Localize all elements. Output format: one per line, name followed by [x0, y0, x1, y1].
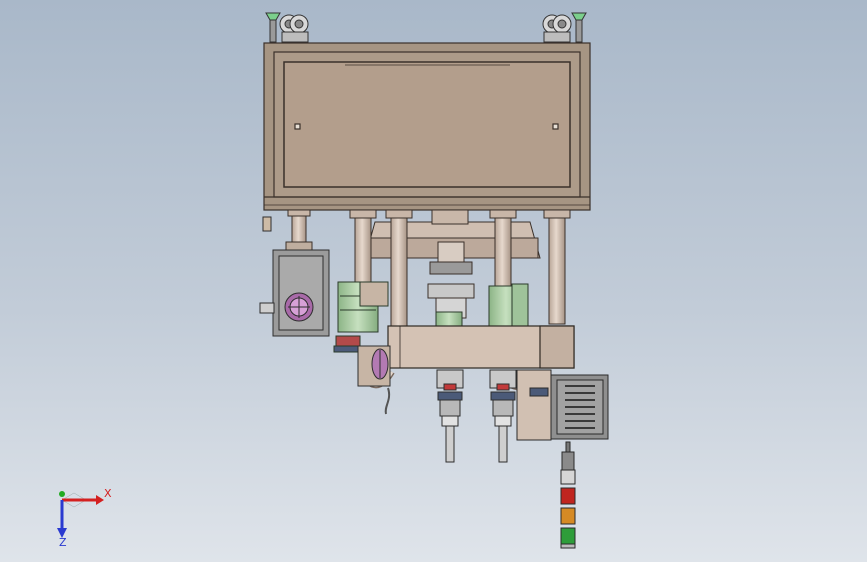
manifold-housing: [387, 325, 575, 369]
stack-light: [560, 441, 576, 549]
side-fan: [357, 345, 391, 387]
cabinet-frame: [263, 42, 591, 211]
cad-viewport[interactable]: X Z: [0, 0, 867, 562]
caster-right: [542, 12, 587, 43]
spindle-left: [436, 369, 464, 463]
spindle-right: [489, 369, 517, 463]
y-axis-dot: [59, 491, 65, 497]
x-axis-arrowhead: [96, 495, 104, 505]
axis-triad[interactable]: X Z: [57, 487, 112, 549]
caster-left: [265, 12, 309, 43]
control-box: [516, 369, 609, 441]
z-axis-label: Z: [59, 536, 67, 549]
cable: [384, 387, 391, 415]
assembly-drawing: X Z: [57, 12, 609, 549]
green-actuator-left: [333, 281, 389, 353]
x-axis-label: X: [104, 487, 112, 500]
